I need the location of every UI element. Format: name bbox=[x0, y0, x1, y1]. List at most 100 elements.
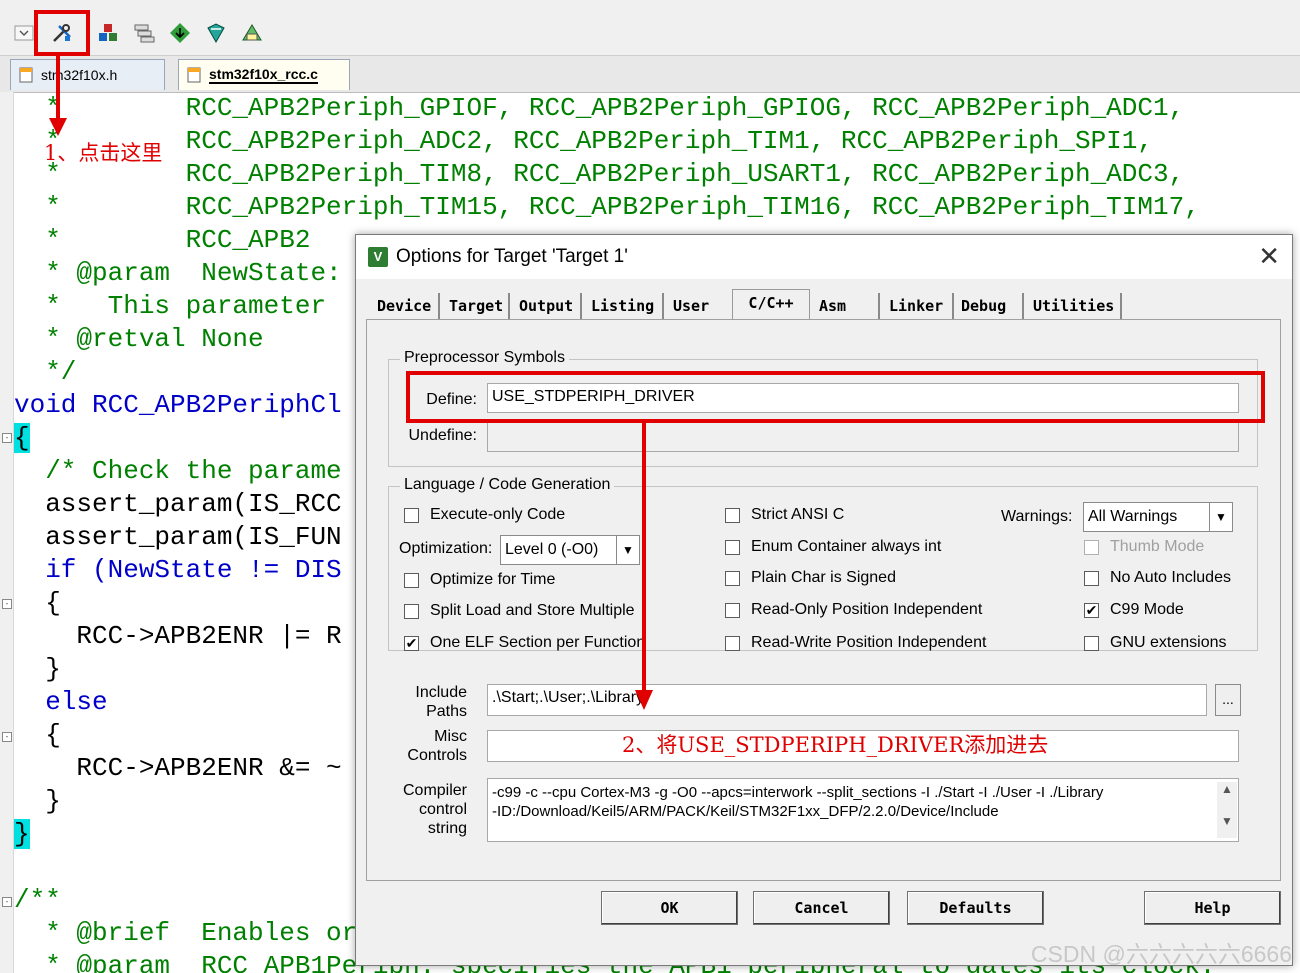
code-line: * RCC_APB2Periph_GPIOF, RCC_APB2Periph_G… bbox=[14, 93, 1185, 123]
rw-pi-checkbox[interactable] bbox=[725, 636, 740, 651]
chevron-down-icon: ▼ bbox=[1209, 503, 1232, 531]
include-paths-input[interactable]: .\Start;.\User;.\Library bbox=[487, 684, 1207, 716]
thumb-mode-label: Thumb Mode bbox=[1110, 538, 1205, 555]
dropdown-arrow-icon[interactable] bbox=[14, 21, 34, 45]
highlight-box-define bbox=[406, 371, 1265, 423]
cancel-button[interactable]: Cancel bbox=[753, 891, 890, 925]
tab-c-cpp[interactable]: C/C++ bbox=[732, 289, 810, 319]
keil-app-icon: V bbox=[368, 247, 388, 267]
annotation-arrowhead-icon bbox=[49, 118, 67, 136]
tab-listing[interactable]: Listing bbox=[586, 293, 664, 319]
include-paths-label: Include Paths bbox=[397, 683, 467, 721]
watermark: CSDN @六六六六六6666 bbox=[1030, 941, 1292, 967]
ro-pi-checkbox[interactable] bbox=[725, 603, 740, 618]
fold-toggle[interactable]: - bbox=[2, 599, 12, 609]
dialog-title: Options for Target 'Target 1' bbox=[396, 246, 628, 267]
code-line: assert_param(IS_RCC bbox=[14, 489, 342, 519]
fold-toggle[interactable]: - bbox=[2, 433, 12, 443]
misc-label-line: Misc bbox=[434, 728, 467, 745]
tab-linker[interactable]: Linker bbox=[884, 293, 954, 319]
editor-gutter: - - - - bbox=[0, 92, 14, 973]
download-icon[interactable] bbox=[168, 21, 192, 45]
dialog-title-bar: V Options for Target 'Target 1' ✕ bbox=[356, 235, 1292, 279]
compiler-scrollbar[interactable]: ▲ ▼ bbox=[1217, 782, 1237, 838]
manage-project-icon[interactable] bbox=[240, 21, 264, 45]
optimization-select[interactable]: Level 0 (-O0) ▼ bbox=[500, 535, 640, 565]
undefine-label: Undefine: bbox=[408, 427, 478, 444]
code-line: RCC->APB2ENR &= ~ bbox=[14, 753, 342, 783]
enum-int-checkbox[interactable] bbox=[725, 540, 740, 555]
code-line: */ bbox=[14, 357, 77, 387]
thumb-mode-checkbox[interactable] bbox=[1084, 540, 1099, 555]
toolbar bbox=[0, 9, 1300, 56]
compiler-label-line: Compiler bbox=[402, 782, 467, 799]
tab-debug[interactable]: Debug bbox=[956, 293, 1024, 319]
warnings-select[interactable]: All Warnings ▼ bbox=[1083, 502, 1233, 532]
plain-char-checkbox[interactable] bbox=[725, 571, 740, 586]
code-line: /** bbox=[14, 885, 61, 915]
defaults-button[interactable]: Defaults bbox=[907, 891, 1044, 925]
tab-utilities[interactable]: Utilities bbox=[1028, 293, 1122, 319]
code-line: { bbox=[14, 720, 61, 750]
tab-target[interactable]: Target bbox=[444, 293, 510, 319]
annotation-arrow-line bbox=[642, 423, 646, 695]
rw-pi-label: Read-Write Position Independent bbox=[751, 634, 987, 651]
browse-button[interactable]: ... bbox=[1215, 684, 1241, 716]
tab-user[interactable]: User bbox=[668, 293, 730, 319]
ro-pi-label: Read-Only Position Independent bbox=[751, 601, 983, 618]
execute-only-checkbox[interactable] bbox=[404, 508, 419, 523]
debug-icon[interactable] bbox=[204, 21, 228, 45]
annotation-step-1: 1、点击这里 bbox=[44, 141, 163, 165]
gnu-ext-checkbox[interactable] bbox=[1084, 636, 1099, 651]
split-load-checkbox[interactable] bbox=[404, 604, 419, 619]
code-line: * @retval None bbox=[14, 324, 264, 354]
optimize-time-checkbox[interactable] bbox=[404, 573, 419, 588]
one-elf-checkbox[interactable]: ✔ bbox=[404, 636, 419, 651]
file-tab-stm32f10x-rcc-c[interactable]: stm32f10x_rcc.c bbox=[178, 59, 350, 90]
file-tab-strip: stm32f10x.h stm32f10x_rcc.c bbox=[0, 56, 1300, 93]
code-line-brace: } bbox=[14, 818, 30, 851]
strict-ansi-label: Strict ANSI C bbox=[751, 506, 845, 523]
optimization-label: Optimization: bbox=[399, 540, 493, 557]
compiler-line: -ID:/Download/Keil5/ARM/PACK/Keil/STM32F… bbox=[492, 803, 999, 820]
fold-toggle[interactable]: - bbox=[2, 732, 12, 742]
c99-mode-checkbox[interactable]: ✔ bbox=[1084, 603, 1099, 618]
misc-controls-label: Misc Controls bbox=[397, 727, 467, 765]
code-line: if (NewState != DIS bbox=[14, 555, 342, 585]
compiler-control-label: Compiler control string bbox=[397, 781, 467, 838]
no-auto-includes-checkbox[interactable] bbox=[1084, 571, 1099, 586]
include-label-line: Include bbox=[415, 684, 467, 701]
code-line: * @param NewState: bbox=[14, 258, 342, 288]
one-elf-label: One ELF Section per Function bbox=[430, 634, 646, 651]
execute-only-label: Execute-only Code bbox=[430, 506, 566, 523]
warnings-value: All Warnings bbox=[1088, 508, 1178, 525]
strict-ansi-checkbox[interactable] bbox=[725, 508, 740, 523]
tab-device[interactable]: Device bbox=[372, 293, 440, 319]
tab-asm[interactable]: Asm bbox=[814, 293, 880, 319]
help-button[interactable]: Help bbox=[1144, 891, 1281, 925]
code-line: * RCC_APB2Periph_ADC2, RCC_APB2Periph_TI… bbox=[14, 126, 1153, 156]
code-line: } bbox=[14, 654, 61, 684]
brace-highlight: } bbox=[14, 819, 30, 849]
split-load-label: Split Load and Store Multiple bbox=[430, 602, 635, 619]
scroll-down-icon[interactable]: ▼ bbox=[1217, 814, 1237, 828]
file-tab-label: stm32f10x_rcc.c bbox=[209, 66, 318, 84]
scroll-up-icon[interactable]: ▲ bbox=[1217, 782, 1237, 796]
misc-label-line: Controls bbox=[407, 747, 467, 764]
build-icon[interactable] bbox=[96, 21, 120, 45]
tab-output[interactable]: Output bbox=[514, 293, 582, 319]
annotation-arrowhead-icon bbox=[635, 690, 653, 710]
undefine-input[interactable] bbox=[487, 420, 1239, 452]
close-icon[interactable]: ✕ bbox=[1258, 241, 1280, 272]
compiler-control-string[interactable]: -c99 -c --cpu Cortex-M3 -g -O0 --apcs=in… bbox=[487, 778, 1239, 842]
options-dialog: V Options for Target 'Target 1' ✕ Device… bbox=[355, 234, 1293, 966]
optimize-time-label: Optimize for Time bbox=[430, 571, 556, 588]
optimization-value: Level 0 (-O0) bbox=[505, 541, 599, 558]
ok-button[interactable]: OK bbox=[601, 891, 738, 925]
fold-toggle[interactable]: - bbox=[2, 897, 12, 907]
code-line: assert_param(IS_FUN bbox=[14, 522, 342, 552]
file-tab-stm32f10x-h[interactable]: stm32f10x.h bbox=[10, 59, 165, 90]
batch-build-icon[interactable] bbox=[132, 21, 156, 45]
code-line: * RCC_APB2Periph_TIM8, RCC_APB2Periph_US… bbox=[14, 159, 1185, 189]
code-line: /* Check the parame bbox=[14, 456, 342, 486]
